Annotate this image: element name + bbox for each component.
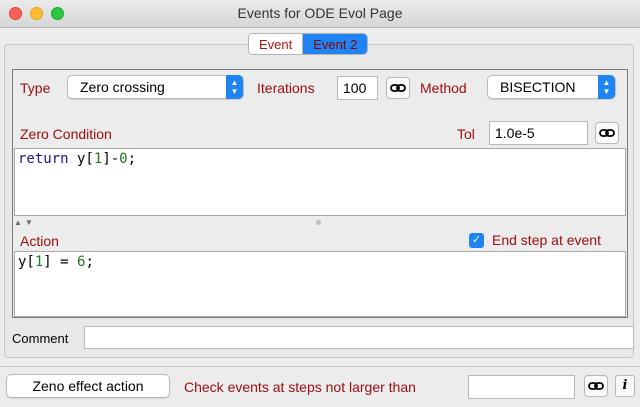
end-step-label: End step at event	[492, 232, 601, 248]
method-label: Method	[420, 80, 467, 96]
tab-event-2[interactable]: Event 2	[302, 34, 368, 54]
check-events-step-field[interactable]	[468, 375, 575, 399]
check-events-label: Check events at steps not larger than	[184, 379, 416, 395]
action-label: Action	[20, 233, 59, 249]
iterations-link-button[interactable]	[386, 77, 410, 99]
code-text: ]-	[102, 151, 120, 167]
code-text: ;	[127, 151, 137, 167]
comment-label: Comment	[12, 331, 69, 346]
chevron-up-down-icon: ▲ ▼	[226, 75, 243, 99]
info-icon[interactable]: i	[615, 375, 635, 397]
tol-link-button[interactable]	[595, 122, 619, 144]
link-icon	[588, 382, 604, 390]
event-tabs: Event Event 2	[248, 33, 369, 55]
window-title: Events for ODE Evol Page	[237, 5, 403, 21]
check-events-link-button[interactable]	[584, 375, 608, 397]
code-text: y[	[68, 151, 94, 167]
divider-grip-icon	[316, 220, 321, 225]
code-number: 0	[119, 151, 128, 167]
code-keyword: return	[18, 151, 69, 167]
type-select-value: Zero crossing	[80, 79, 165, 95]
zeno-effect-action-button[interactable]: Zeno effect action	[6, 374, 170, 398]
split-pane-divider[interactable]: ▲ ▼	[13, 218, 627, 228]
method-select[interactable]: BISECTION ▲ ▼	[487, 75, 616, 99]
footer-separator	[0, 366, 640, 367]
tab-event[interactable]: Event	[249, 34, 302, 54]
end-step-checkbox[interactable]: ✓	[469, 233, 484, 248]
type-label: Type	[20, 80, 51, 96]
comment-field[interactable]	[84, 326, 634, 349]
code-text: y[	[18, 254, 35, 270]
tol-field[interactable]: 1.0e-5	[489, 121, 588, 145]
link-icon	[599, 129, 615, 137]
checkmark-icon: ✓	[471, 234, 482, 246]
iterations-field[interactable]: 100	[337, 76, 378, 100]
title-bar: Events for ODE Evol Page	[0, 0, 640, 28]
chevron-up-down-icon: ▲ ▼	[598, 75, 615, 99]
zero-condition-label: Zero Condition	[20, 126, 112, 142]
iterations-label: Iterations	[257, 80, 315, 96]
code-text: ;	[85, 254, 94, 270]
tol-label: Tol	[457, 126, 475, 142]
link-icon	[390, 84, 406, 92]
zero-condition-editor[interactable]: return y[1]-0;	[14, 148, 626, 216]
collapse-up-icon[interactable]: ▲	[14, 218, 22, 227]
method-select-value: BISECTION	[500, 79, 576, 95]
action-editor[interactable]: y[1] = 6;	[14, 251, 626, 317]
type-select[interactable]: Zero crossing ▲ ▼	[67, 75, 244, 99]
collapse-down-icon[interactable]: ▼	[25, 218, 33, 227]
code-text: ] =	[43, 254, 78, 270]
